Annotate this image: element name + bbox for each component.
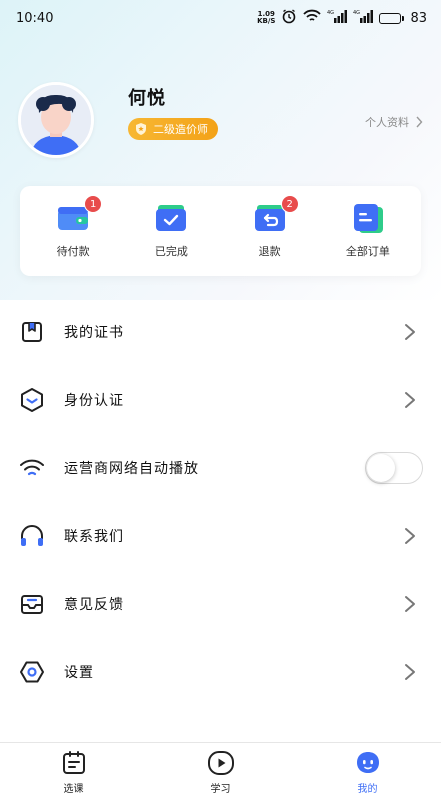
nav-tab-courses[interactable]: 选课 [19, 749, 129, 794]
order-refund[interactable]: 2 退款 [225, 195, 315, 259]
wifi-icon [18, 454, 46, 482]
headphones-icon [18, 522, 46, 550]
menu-item-certificates[interactable]: 我的证书 [0, 298, 441, 366]
check-folder-icon [154, 203, 188, 235]
network-speed: 1.09 KB/S [257, 11, 275, 25]
shield-star-icon [136, 123, 146, 135]
menu-item-cellular-autoplay-label: 运营商网络自动播放 [64, 461, 199, 477]
menu-item-certificates-label: 我的证书 [64, 325, 124, 341]
order-pending-label: 待付款 [56, 245, 90, 258]
menu-item-identity-label: 身份认证 [64, 393, 124, 409]
menu-item-feedback[interactable]: 意见反馈 [0, 570, 441, 638]
order-pending-badge: 1 [84, 195, 103, 213]
profile-header: 何悦 二级造价师 个人资料 [0, 78, 441, 158]
order-completed[interactable]: 已完成 [126, 203, 216, 259]
chevron-right-icon [405, 528, 415, 544]
battery-icon [379, 12, 405, 24]
nav-tab-study-label: 学习 [210, 784, 231, 794]
orders-card: 1 待付款 已完成 2 退款 全部订单 [20, 186, 421, 276]
user-name: 何悦 [128, 88, 166, 109]
status-bar: 10:40 1.09 KB/S 4G 4G 83 [0, 0, 441, 36]
level-badge-label: 二级造价师 [153, 123, 208, 136]
svg-text:4G: 4G [353, 10, 360, 16]
chevron-right-icon [405, 392, 415, 408]
orders-list-icon [351, 203, 385, 235]
nav-tab-mine-label: 我的 [357, 784, 378, 794]
chevron-right-icon [405, 324, 415, 340]
menu-item-settings[interactable]: 设置 [0, 638, 441, 706]
chevron-right-icon [416, 116, 423, 128]
order-refund-label: 退款 [258, 245, 281, 258]
order-pending-payment[interactable]: 1 待付款 [28, 195, 118, 259]
cellular-autoplay-toggle[interactable] [365, 452, 423, 484]
menu-item-settings-label: 设置 [64, 665, 94, 681]
nav-tab-study[interactable]: 学习 [166, 749, 276, 794]
menu-item-identity[interactable]: 身份认证 [0, 366, 441, 434]
bottom-navigation: 选课 学习 我的 [0, 742, 441, 794]
menu-item-contact-label: 联系我们 [64, 529, 124, 545]
menu-item-contact[interactable]: 联系我们 [0, 502, 441, 570]
status-time: 10:40 [16, 10, 54, 26]
wifi-status-icon [303, 9, 322, 27]
profile-details-label: 个人资料 [365, 116, 409, 129]
avatar-illustration-icon [21, 85, 91, 155]
battery-percent: 83 [410, 10, 427, 26]
certificate-icon [18, 318, 46, 346]
network-speed-unit: KB/S [257, 17, 276, 25]
settings-hexagon-icon [18, 658, 46, 686]
toggle-knob [367, 454, 395, 482]
alarm-icon [281, 8, 297, 28]
chevron-right-icon [405, 664, 415, 680]
feedback-inbox-icon [18, 590, 46, 618]
signal-4g-icon: 4G [327, 9, 348, 27]
status-icons: 1.09 KB/S 4G 4G 83 [257, 8, 427, 28]
settings-menu: 我的证书 身份认证 运营商网络自动播放 联系我们 意见反馈 设置 [0, 298, 441, 706]
order-all[interactable]: 全部订单 [323, 203, 413, 259]
menu-item-feedback-label: 意见反馈 [64, 597, 124, 613]
level-badge: 二级造价师 [128, 118, 218, 140]
robot-face-icon [354, 749, 382, 777]
calendar-list-icon [60, 749, 88, 777]
nav-tab-courses-label: 选课 [63, 784, 84, 794]
svg-text:4G: 4G [327, 10, 334, 16]
chevron-right-icon [405, 596, 415, 612]
avatar[interactable] [18, 82, 94, 158]
play-icon [207, 749, 235, 777]
order-completed-label: 已完成 [154, 245, 188, 258]
identity-hexagon-icon [18, 386, 46, 414]
order-refund-badge: 2 [280, 195, 299, 213]
nav-tab-mine[interactable]: 我的 [313, 749, 423, 794]
profile-details-link[interactable]: 个人资料 [365, 114, 423, 130]
signal-4g-secondary-icon: 4G [353, 9, 374, 27]
menu-item-cellular-autoplay: 运营商网络自动播放 [0, 434, 441, 502]
order-all-label: 全部订单 [345, 245, 390, 258]
